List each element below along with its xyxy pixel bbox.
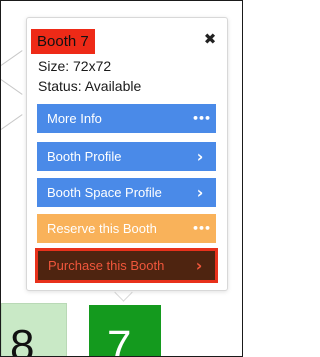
chevron-right-icon: ›: [196, 183, 204, 202]
map-line: [1, 79, 23, 95]
button-label: Booth Space Profile: [47, 185, 162, 200]
more-dots-icon: •••: [192, 112, 211, 125]
booth-popup: Booth 7 ✖ Size: 72x72 Status: Available …: [26, 17, 228, 291]
booth-space-profile-button[interactable]: Booth Space Profile ›: [37, 178, 216, 207]
chevron-right-icon: ›: [195, 256, 203, 275]
button-label: More Info: [47, 111, 102, 126]
booth-8-cell[interactable]: 8: [1, 303, 67, 357]
booth-profile-button[interactable]: Booth Profile ›: [37, 142, 216, 171]
booth-number: 8: [10, 321, 35, 357]
map-line: [1, 114, 23, 130]
button-label: Purchase this Booth: [48, 258, 165, 273]
booth-size-text: Size: 72x72: [38, 58, 112, 74]
booth-7-cell[interactable]: 7: [89, 305, 161, 357]
more-info-button[interactable]: More Info •••: [37, 104, 216, 133]
popup-title: Booth 7: [31, 29, 95, 54]
more-dots-icon: •••: [192, 222, 211, 235]
booth-status-text: Status: Available: [38, 78, 142, 94]
button-label: Reserve this Booth: [47, 221, 157, 236]
purchase-highlight: Purchase this Booth ›: [35, 248, 218, 283]
booth-number: 7: [107, 322, 132, 357]
reserve-booth-button[interactable]: Reserve this Booth •••: [37, 214, 216, 243]
chevron-right-icon: ›: [196, 147, 204, 166]
booth-map-view: 8 7 Booth 7 ✖ Size: 72x72 Status: Availa…: [0, 0, 243, 357]
map-line: [1, 50, 23, 66]
close-icon[interactable]: ✖: [202, 30, 218, 48]
button-label: Booth Profile: [47, 149, 122, 164]
purchase-booth-button[interactable]: Purchase this Booth ›: [38, 251, 215, 280]
